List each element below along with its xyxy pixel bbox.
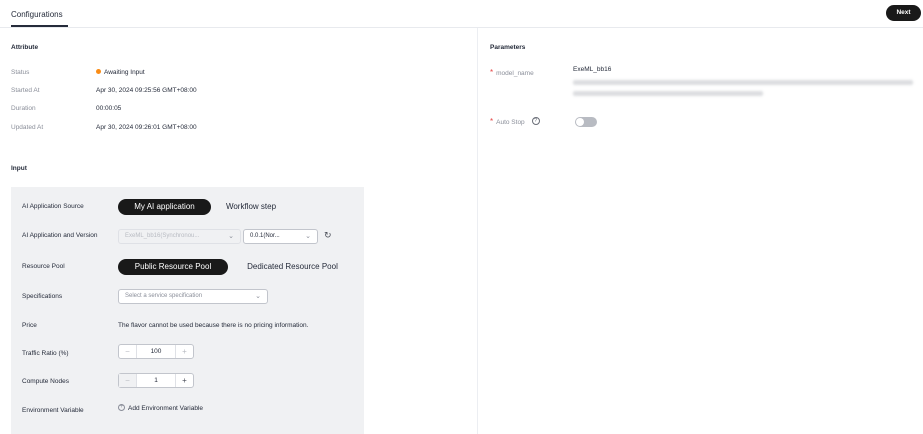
- tab-bar: Configurations Next: [0, 0, 923, 28]
- resource-pool-label: Resource Pool: [22, 263, 65, 270]
- redacted-text: [573, 91, 763, 96]
- next-button[interactable]: Next: [886, 5, 921, 21]
- compute-nodes-label: Compute Nodes: [22, 378, 69, 385]
- attribute-section-title: Attribute: [11, 44, 39, 51]
- toggle-knob: [576, 118, 584, 126]
- tab-active-indicator: [11, 25, 68, 27]
- pool-option-dedicated[interactable]: Dedicated Resource Pool: [231, 259, 354, 275]
- price-label: Price: [22, 322, 37, 329]
- auto-stop-label: * Auto Stop?: [490, 117, 540, 126]
- refresh-icon[interactable]: ↻: [324, 230, 332, 241]
- column-divider: [477, 28, 478, 434]
- source-option-my-ai-app[interactable]: My AI application: [118, 199, 211, 215]
- status-dot-icon: [96, 68, 101, 74]
- add-env-var-label: Add Environment Variable: [128, 405, 204, 413]
- chevron-down-icon: ⌄: [228, 233, 234, 240]
- tab-configurations[interactable]: Configurations: [11, 10, 63, 19]
- duration-value: 00:00:05: [96, 105, 122, 112]
- traffic-ratio-stepper[interactable]: − 100 +: [118, 344, 194, 359]
- increment-button[interactable]: +: [175, 374, 193, 387]
- specification-select[interactable]: Select a service specification ⌄: [118, 289, 268, 304]
- version-select[interactable]: 0.0.1(Nor... ⌄: [243, 229, 318, 244]
- pool-option-public[interactable]: Public Resource Pool: [118, 259, 228, 275]
- chevron-down-icon: ⌄: [255, 293, 261, 300]
- auto-stop-toggle[interactable]: [575, 117, 597, 127]
- status-text: Awaiting Input: [104, 69, 145, 76]
- price-text: The flavor cannot be used because there …: [118, 322, 309, 329]
- updated-at-label: Updated At: [11, 124, 44, 131]
- source-option-workflow-step[interactable]: Workflow step: [214, 199, 288, 215]
- started-at-label: Started At: [11, 87, 40, 94]
- required-icon: *: [490, 117, 494, 126]
- specifications-label: Specifications: [22, 293, 63, 300]
- parameters-section-title: Parameters: [490, 44, 526, 51]
- compute-nodes-stepper[interactable]: − 1 +: [118, 373, 194, 388]
- auto-stop-label-text: Auto Stop: [496, 119, 525, 126]
- chevron-down-icon: ⌄: [305, 233, 311, 240]
- env-var-label: Environment Variable: [22, 407, 84, 414]
- version-select-value: 0.0.1(Nor...: [250, 233, 280, 239]
- decrement-button[interactable]: −: [119, 345, 137, 358]
- ai-app-select-value: ExeML_bb16(Synchronou...: [125, 233, 200, 239]
- help-icon[interactable]: ?: [531, 117, 540, 126]
- model-name-label-text: model_name: [496, 70, 534, 77]
- status-value: Awaiting Input: [96, 68, 145, 76]
- redacted-text: [573, 80, 913, 85]
- duration-label: Duration: [11, 105, 36, 112]
- ai-app-source-label: AI Application Source: [22, 203, 84, 210]
- model-name-label: * model_name: [490, 68, 534, 77]
- updated-at-value: Apr 30, 2024 09:26:01 GMT+08:00: [96, 124, 197, 131]
- compute-nodes-value[interactable]: 1: [137, 374, 175, 387]
- decrement-button[interactable]: −: [119, 374, 137, 387]
- ai-app-select: ExeML_bb16(Synchronou... ⌄: [118, 229, 241, 244]
- input-panel: AI Application Source My AI application …: [11, 187, 364, 434]
- traffic-ratio-value[interactable]: 100: [137, 345, 175, 358]
- specification-placeholder: Select a service specification: [125, 293, 203, 299]
- increment-button[interactable]: +: [175, 345, 193, 358]
- model-name-value[interactable]: ExeML_bb16: [573, 66, 611, 73]
- status-label: Status: [11, 69, 30, 76]
- plus-circle-icon: +: [118, 404, 125, 411]
- input-section-title: Input: [11, 165, 27, 172]
- started-at-value: Apr 30, 2024 09:25:56 GMT+08:00: [96, 87, 197, 94]
- add-env-var-button[interactable]: + Add Environment Variable: [118, 404, 204, 413]
- required-icon: *: [490, 68, 494, 77]
- ai-app-version-label: AI Application and Version: [22, 232, 98, 239]
- traffic-ratio-label: Traffic Ratio (%): [22, 350, 69, 357]
